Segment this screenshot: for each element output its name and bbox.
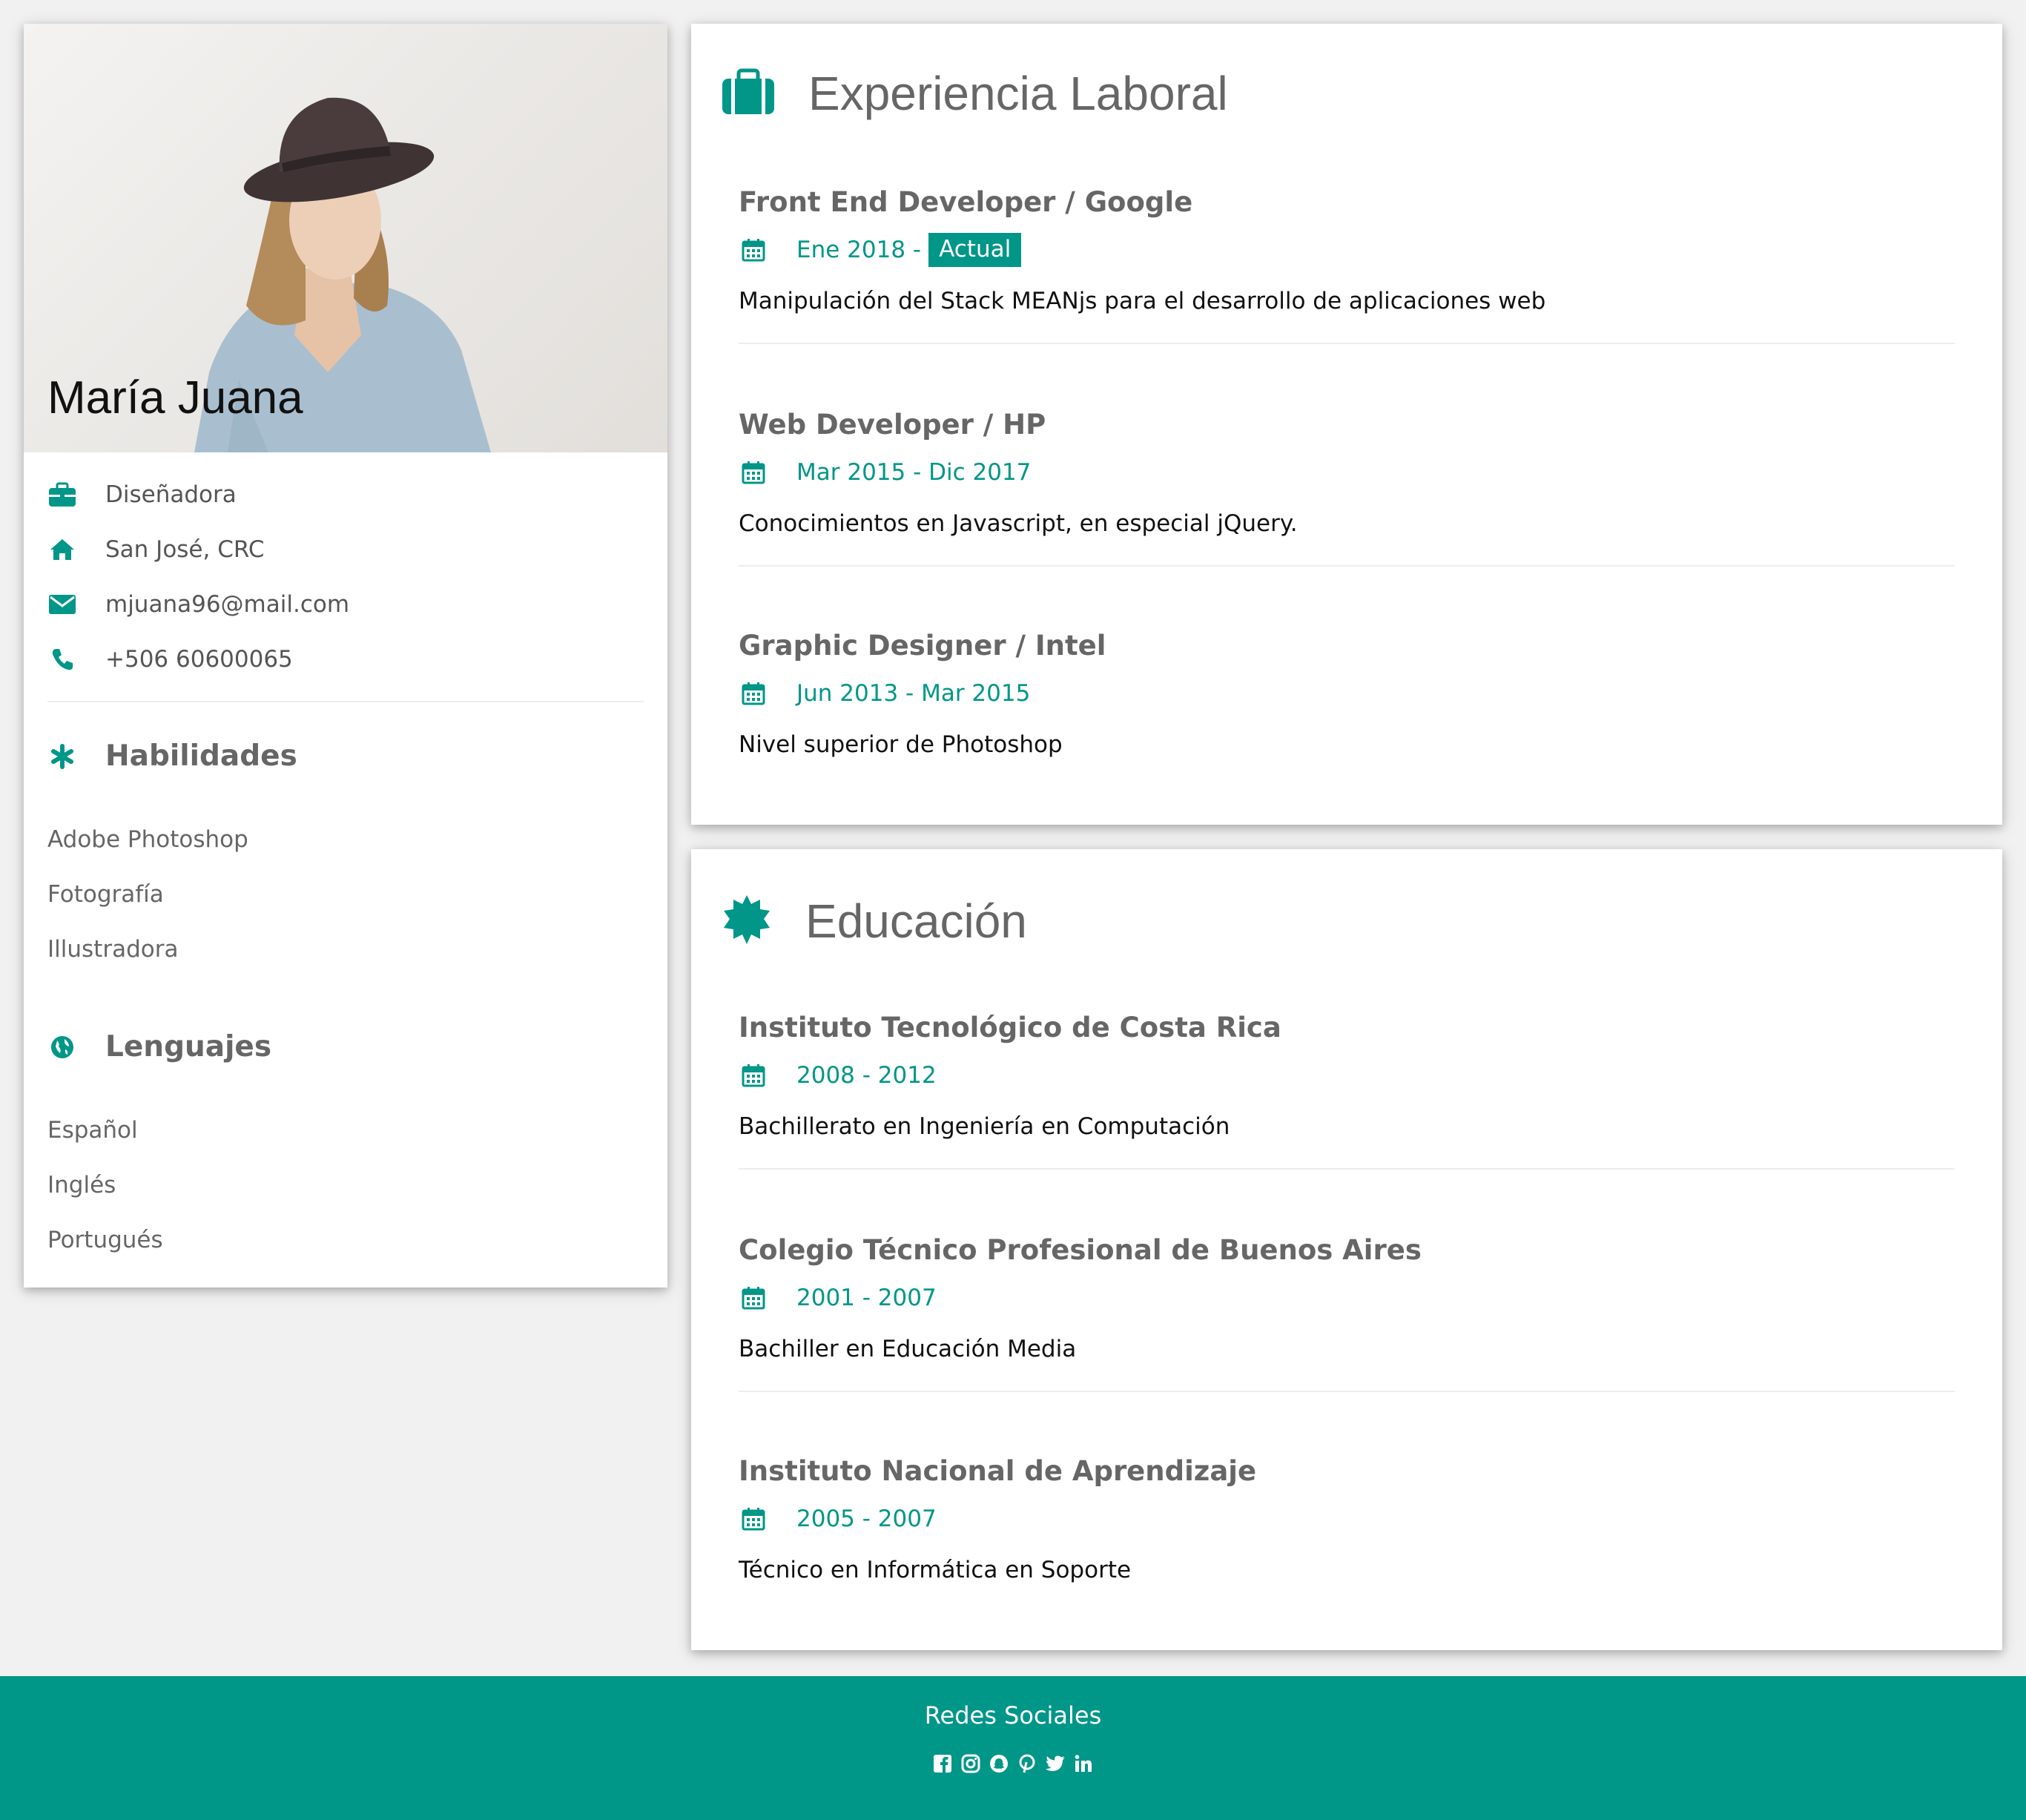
skills-heading: Habilidades	[47, 739, 297, 773]
entry-title: Instituto Nacional de Aprendizaje	[739, 1455, 1257, 1487]
entry-date-text: Ene 2018 -	[796, 237, 922, 263]
calendar-icon	[739, 458, 768, 487]
education-entry: Colegio Técnico Profesional de Buenos Ai…	[739, 1234, 1955, 1392]
experience-heading: Experiencia Laboral	[721, 68, 1228, 119]
experience-card: Experiencia Laboral Front End Developer …	[691, 24, 2002, 825]
entry-divider	[739, 343, 1955, 344]
current-badge: Actual	[928, 233, 1022, 267]
job-title: Diseñadora	[105, 481, 237, 508]
experience-title: Experiencia Laboral	[808, 67, 1228, 120]
twitter-icon[interactable]	[1045, 1753, 1066, 1774]
footer: Redes Sociales	[0, 1676, 2026, 1820]
briefcase-icon	[47, 480, 77, 510]
profile-photo: María Juana	[24, 24, 667, 452]
language-item: Portugués	[47, 1227, 163, 1253]
entry-description: Manipulación del Stack MEANjs para el de…	[739, 288, 1546, 314]
entry-date: 2005 - 2007	[739, 1500, 937, 1537]
home-icon	[47, 535, 77, 564]
entry-date: Mar 2015 - Dic 2017	[739, 454, 1031, 491]
education-heading: Educación	[721, 894, 1027, 949]
calendar-icon	[739, 1504, 768, 1534]
entry-date-text: Jun 2013 - Mar 2015	[796, 680, 1031, 707]
language-item: Español	[47, 1117, 138, 1144]
globe-icon	[47, 1032, 77, 1062]
education-card: Educación Instituto Tecnológico de Costa…	[691, 849, 2002, 1650]
linkedin-icon[interactable]	[1073, 1753, 1094, 1774]
education-entry: Instituto Tecnológico de Costa Rica 2008…	[739, 1012, 1955, 1170]
calendar-icon	[739, 1283, 768, 1313]
suitcase-icon	[721, 68, 776, 119]
experience-entry: Front End Developer / Google Ene 2018 - …	[739, 186, 1955, 344]
language-item: Inglés	[47, 1172, 116, 1199]
email-text[interactable]: mjuana96@mail.com	[105, 591, 349, 618]
languages-heading: Lenguajes	[47, 1030, 271, 1064]
entry-date: Jun 2013 - Mar 2015	[739, 675, 1030, 712]
profile-divider	[47, 701, 644, 702]
entry-description: Bachiller en Educación Media	[739, 1336, 1077, 1362]
profile-name: María Juana	[47, 372, 303, 423]
skills-title: Habilidades	[105, 739, 297, 773]
entry-divider	[739, 565, 1955, 567]
footer-title: Redes Sociales	[924, 1701, 1102, 1730]
education-title: Educación	[805, 894, 1027, 948]
calendar-icon	[739, 1061, 768, 1090]
facebook-icon[interactable]	[932, 1753, 953, 1774]
entry-date-text: Mar 2015 - Dic 2017	[796, 459, 1032, 486]
entry-title: Graphic Designer / Intel	[739, 630, 1106, 662]
entry-date: 2001 - 2007	[739, 1279, 937, 1316]
job-row: Diseñadora	[47, 476, 237, 513]
calendar-icon	[739, 235, 768, 265]
phone-text[interactable]: +506 60600065	[105, 646, 293, 673]
entry-title: Colegio Técnico Profesional de Buenos Ai…	[739, 1234, 1422, 1266]
experience-entry: Graphic Designer / Intel Jun 2013 - Mar …	[739, 630, 1955, 758]
location-row: San José, CRC	[47, 531, 265, 568]
experience-entry: Web Developer / HP Mar 2015 - Dic 2017 C…	[739, 409, 1955, 567]
skill-item: Illustradora	[47, 936, 179, 963]
certificate-icon	[721, 894, 773, 949]
social-links	[0, 1753, 2026, 1774]
entry-divider	[739, 1391, 1955, 1392]
phone-icon	[47, 644, 77, 674]
entry-description: Conocimientos en Javascript, en especial…	[739, 510, 1298, 537]
languages-title: Lenguajes	[105, 1030, 272, 1064]
entry-description: Nivel superior de Photoshop	[739, 731, 1063, 758]
entry-date: Ene 2018 - Actual	[739, 231, 1022, 268]
asterisk-icon	[47, 742, 77, 771]
entry-title: Front End Developer / Google	[739, 186, 1193, 218]
entry-title: Web Developer / HP	[739, 409, 1046, 441]
entry-divider	[739, 1168, 1955, 1170]
pinterest-icon[interactable]	[1017, 1753, 1037, 1774]
entry-date-text: 2001 - 2007	[796, 1285, 937, 1311]
entry-description: Técnico en Informática en Soporte	[739, 1557, 1132, 1583]
entry-date-text: 2005 - 2007	[796, 1506, 937, 1532]
instagram-icon[interactable]	[960, 1753, 981, 1774]
education-entry: Instituto Nacional de Aprendizaje 2005 -…	[739, 1455, 1955, 1583]
profile-card: María Juana Diseñadora San José, CRC mju…	[24, 24, 667, 1287]
envelope-icon	[47, 590, 77, 619]
location-text: San José, CRC	[105, 536, 265, 563]
phone-row: +506 60600065	[47, 641, 293, 678]
entry-title: Instituto Tecnológico de Costa Rica	[739, 1012, 1281, 1043]
skill-item: Fotografía	[47, 881, 164, 908]
snapchat-icon[interactable]	[989, 1753, 1009, 1774]
entry-description: Bachillerato en Ingeniería en Computació…	[739, 1113, 1230, 1140]
skill-item: Adobe Photoshop	[47, 826, 248, 853]
entry-date-text: 2008 - 2012	[796, 1062, 937, 1089]
calendar-icon	[739, 679, 768, 708]
entry-date: 2008 - 2012	[739, 1057, 937, 1094]
email-row: mjuana96@mail.com	[47, 586, 349, 623]
